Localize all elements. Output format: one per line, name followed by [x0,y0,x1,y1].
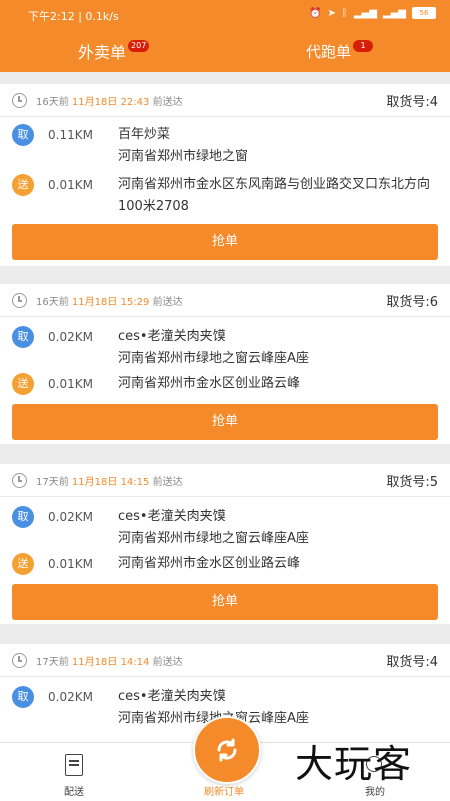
grab-order-button[interactable]: 抢单 [12,224,438,260]
watermark-logo: 大玩客 [295,742,413,786]
pickup-address: ces•老潼关肉夹馍 河南省郑州市绿地之窗云峰座A座 [118,509,309,546]
days-ago: 16天前 [36,97,69,108]
pickup-badge: 取 [12,326,34,348]
pickup-number: 取货号:4 [386,95,438,110]
delivery-deadline: 16天前 11月18日 22:43 前送达 [36,93,183,108]
days-ago: 17天前 [36,477,69,488]
refresh-button[interactable] [193,716,261,784]
clock-icon [12,293,27,308]
pickup-distance: 0.02KM [48,510,93,524]
pickup-number: 取货号:5 [386,475,438,490]
delivery-badge: 送 [12,174,34,196]
pickup-distance: 0.02KM [48,330,93,344]
deadline-date: 11月18日 [71,97,118,108]
delivery-distance: 0.01KM [48,178,93,192]
tab-takeout-orders[interactable]: 外卖单 207 [78,34,150,68]
pickup-number: 取货号:4 [386,655,438,670]
tab-errand-label: 代跑单 [306,42,352,61]
nav-refresh-label: 刷新订单 [204,787,244,798]
clock-icon [12,93,27,108]
nav-delivery-label: 配送 [64,787,84,798]
deadline-date: 11月18日 [71,297,118,308]
grab-order-button[interactable]: 抢单 [12,404,438,440]
days-ago: 16天前 [36,297,69,308]
battery-icon: 56 [412,7,436,19]
clock-icon [12,653,27,668]
order-card: 17天前 11月18日 14:15 前送达 取货号:5 取 0.02KM ces… [0,464,450,624]
delivery-address: 河南省郑州市金水区创业路云峰 [118,376,301,391]
deadline-time: 14:15 [120,477,150,488]
order-card-header: 17天前 11月18日 14:15 前送达 取货号:5 [0,464,450,497]
pickup-number: 取货号:6 [386,295,438,310]
delivery-distance: 0.01KM [48,557,93,571]
status-time: 下午2:12 | 0.1k/s [28,10,119,23]
tab-errand-orders[interactable]: 代跑单 1 [306,34,374,68]
deadline-suffix: 前送达 [152,657,183,668]
pickup-address: 百年炒菜 河南省郑州市绿地之窗 [118,127,249,164]
document-icon [65,754,83,776]
status-icons: ⏰ ➤ ᛒ ▂▄▆ ▂▄▆ 56 [309,7,436,19]
delivery-address: 河南省郑州市金水区创业路云峰 [118,556,301,571]
delivery-address: 河南省郑州市金水区东风南路与创业路交叉口东北方向100米2708 [118,177,431,214]
order-card-header: 16天前 11月18日 22:43 前送达 取货号:4 [0,84,450,117]
delivery-distance: 0.01KM [48,377,93,391]
days-ago: 17天前 [36,657,69,668]
errand-count-badge: 1 [353,40,374,52]
deadline-time: 22:43 [120,97,150,108]
deadline-time: 14:14 [120,657,150,668]
deadline-suffix: 前送达 [152,477,183,488]
deadline-suffix: 前送达 [152,297,183,308]
pickup-distance: 0.02KM [48,690,93,704]
delivery-badge: 送 [12,553,34,575]
location-icon: ➤ [327,7,336,19]
pickup-badge: 取 [12,686,34,708]
bluetooth-icon: ᛒ [341,7,348,19]
pickup-badge: 取 [12,506,34,528]
delivery-badge: 送 [12,373,34,395]
clock-icon [12,473,27,488]
pickup-badge: 取 [12,124,34,146]
grab-order-button[interactable]: 抢单 [12,584,438,620]
order-card-header: 16天前 11月18日 15:29 前送达 取货号:6 [0,284,450,317]
pickup-address: ces•老潼关肉夹馍 河南省郑州市绿地之窗云峰座A座 [118,329,309,366]
deadline-date: 11月18日 [71,477,118,488]
refresh-icon [217,738,237,762]
status-bar: 下午2:12 | 0.1k/s ⏰ ➤ ᛒ ▂▄▆ ▂▄▆ 56 [0,0,450,30]
order-card: 16天前 11月18日 22:43 前送达 取货号:4 取 0.11KM 百年炒… [0,84,450,266]
wifi-icon: ▂▄▆ [382,7,406,19]
tab-takeout-label: 外卖单 [78,43,127,62]
delivery-deadline: 17天前 11月18日 14:15 前送达 [36,473,183,488]
alarm-icon: ⏰ [309,7,322,19]
order-tab-bar: 外卖单 207 代跑单 1 [0,30,450,101]
nav-delivery[interactable]: 配送 [39,743,109,801]
takeout-count-badge: 207 [128,40,150,52]
signal-icon: ▂▄▆ [353,7,377,19]
order-card: 16天前 11月18日 15:29 前送达 取货号:6 取 0.02KM ces… [0,284,450,444]
pickup-distance: 0.11KM [48,128,93,142]
deadline-time: 15:29 [120,297,150,308]
delivery-deadline: 16天前 11月18日 15:29 前送达 [36,293,183,308]
deadline-suffix: 前送达 [152,97,183,108]
pickup-address: ces•老潼关肉夹馍 河南省郑州市绿地之窗云峰座A座 [118,689,309,726]
deadline-date: 11月18日 [71,657,118,668]
order-card-header: 17天前 11月18日 14:14 前送达 取货号:4 [0,644,450,677]
delivery-deadline: 17天前 11月18日 14:14 前送达 [36,653,183,668]
